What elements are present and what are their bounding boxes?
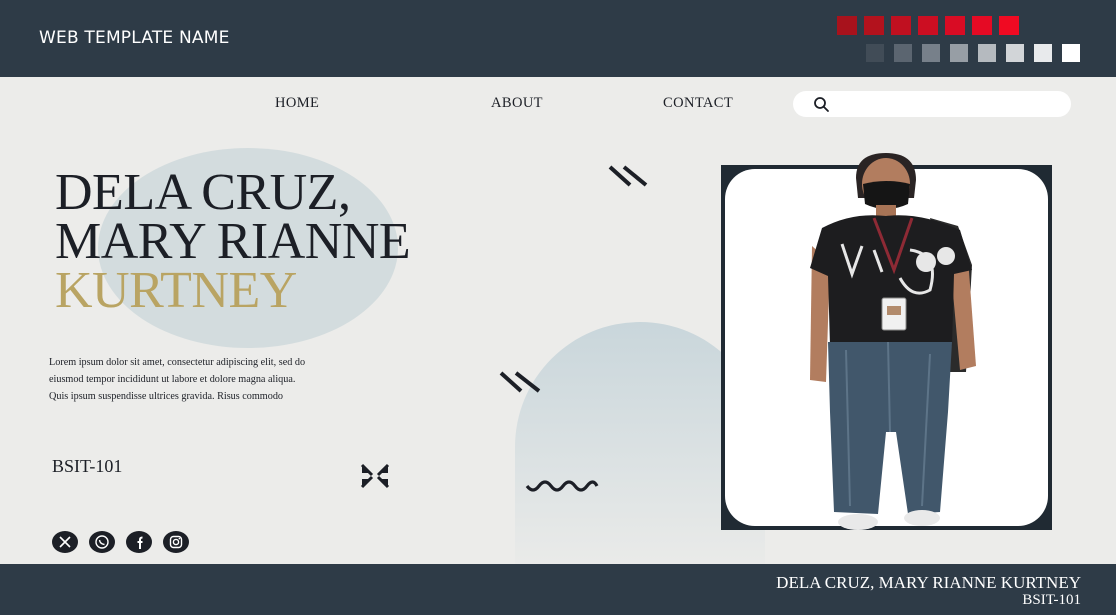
description-line: eiusmod tempor incididunt ut labore et d…: [49, 374, 296, 385]
color-swatch-red[interactable]: [945, 16, 965, 35]
footer-section: BSIT-101: [1022, 592, 1081, 608]
site-title[interactable]: WEB TEMPLATE NAME: [39, 28, 230, 48]
nav-home-link[interactable]: HOME: [275, 95, 319, 112]
color-swatch-red[interactable]: [999, 16, 1019, 35]
description-line: Quis ipsum suspendisse ultrices gravida.…: [49, 391, 284, 402]
search-input[interactable]: [793, 91, 1071, 117]
footer-bar: DELA CRUZ, MARY RIANNE KURTNEY BSIT-101: [0, 564, 1116, 615]
color-swatch-gray[interactable]: [866, 44, 884, 62]
gray-palette: [866, 44, 1080, 62]
color-swatch-gray[interactable]: [1006, 44, 1024, 62]
nav-contact-link[interactable]: CONTACT: [663, 95, 733, 112]
profile-photo: [810, 153, 976, 530]
color-swatch-gray[interactable]: [978, 44, 996, 62]
section-label: BSIT-101: [52, 456, 123, 476]
red-palette: [837, 16, 1019, 35]
name-line-2: MARY RIANNE: [55, 213, 411, 270]
wave-decoration: [525, 480, 599, 492]
color-swatch-red[interactable]: [972, 16, 992, 35]
whatsapp-icon[interactable]: [89, 531, 115, 553]
social-links: [52, 531, 189, 553]
color-swatch-gray[interactable]: [1034, 44, 1052, 62]
color-swatch-red[interactable]: [891, 16, 911, 35]
color-swatch-gray[interactable]: [1062, 44, 1080, 62]
name-line-1: DELA CRUZ,: [55, 164, 351, 221]
color-swatch-gray[interactable]: [950, 44, 968, 62]
description-line: Lorem ipsum dolor sit amet, consectetur …: [49, 357, 306, 368]
footer-name: DELA CRUZ, MARY RIANNE KURTNEY: [776, 573, 1081, 592]
hero-name: DELA CRUZ, MARY RIANNE KURTNEY: [55, 164, 411, 319]
cross-decoration: [360, 463, 390, 489]
x-icon[interactable]: [52, 531, 78, 553]
hero-description: Lorem ipsum dolor sit amet, consectetur …: [49, 354, 359, 405]
color-swatch-red[interactable]: [918, 16, 938, 35]
facebook-icon[interactable]: [126, 531, 152, 553]
search-icon: [814, 97, 829, 112]
header-bar: WEB TEMPLATE NAME: [0, 0, 1116, 77]
instagram-icon[interactable]: [163, 531, 189, 553]
name-line-3: KURTNEY: [55, 262, 297, 319]
color-swatch-red[interactable]: [837, 16, 857, 35]
slash-decoration: [608, 165, 648, 187]
nav-about-link[interactable]: ABOUT: [491, 95, 543, 112]
color-swatch-gray[interactable]: [922, 44, 940, 62]
color-swatch-gray[interactable]: [894, 44, 912, 62]
slash-decoration: [499, 371, 541, 393]
color-swatch-red[interactable]: [864, 16, 884, 35]
